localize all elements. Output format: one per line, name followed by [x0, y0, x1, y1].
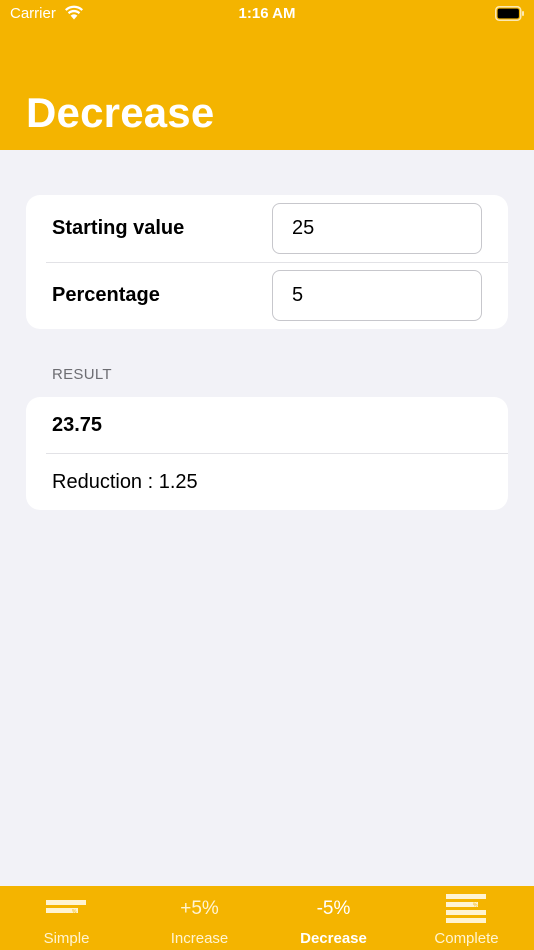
starting-value-input[interactable] — [272, 203, 482, 254]
result-value: 23.75 — [52, 414, 103, 436]
tab-complete[interactable]: % Complete — [400, 886, 533, 950]
battery-icon — [495, 6, 524, 21]
minus-percent-icon: -5% — [316, 898, 351, 919]
tab-complete-label: Complete — [434, 930, 499, 947]
starting-value-row: Starting value — [26, 195, 508, 262]
svg-text:%: % — [473, 903, 478, 909]
tab-decrease-label: Decrease — [300, 930, 367, 947]
starting-value-label: Starting value — [52, 217, 185, 239]
tab-simple[interactable]: % Simple — [0, 886, 133, 950]
status-bar: Carrier 1:16 AM — [0, 0, 534, 28]
tab-increase[interactable]: +5% Increase — [133, 886, 266, 950]
navigation-header: Carrier 1:16 AM Decrease — [0, 0, 534, 150]
tab-decrease[interactable]: -5% Decrease — [267, 886, 400, 950]
plus-percent-icon: +5% — [180, 898, 219, 919]
page-title: Decrease — [26, 89, 215, 136]
percentage-input[interactable] — [272, 270, 482, 321]
tab-bar: % Simple +5% Increase -5% Decrease % Com… — [0, 886, 534, 950]
tab-increase-label: Increase — [170, 930, 229, 947]
percentage-row: Percentage — [26, 262, 508, 329]
complete-percent-icon: % — [446, 894, 486, 923]
reduction-label: Reduction : 1.25 — [52, 471, 198, 493]
percentage-label: Percentage — [52, 284, 160, 306]
result-section-header: RESULT — [52, 366, 112, 383]
simple-percent-icon: % — [46, 900, 86, 915]
clock-label: 1:16 AM — [238, 5, 296, 22]
result-card: 23.75 Reduction : 1.25 — [26, 397, 508, 510]
input-card: Starting value Percentage — [26, 195, 508, 329]
tab-simple-label: Simple — [43, 930, 90, 947]
svg-text:%: % — [72, 909, 77, 915]
